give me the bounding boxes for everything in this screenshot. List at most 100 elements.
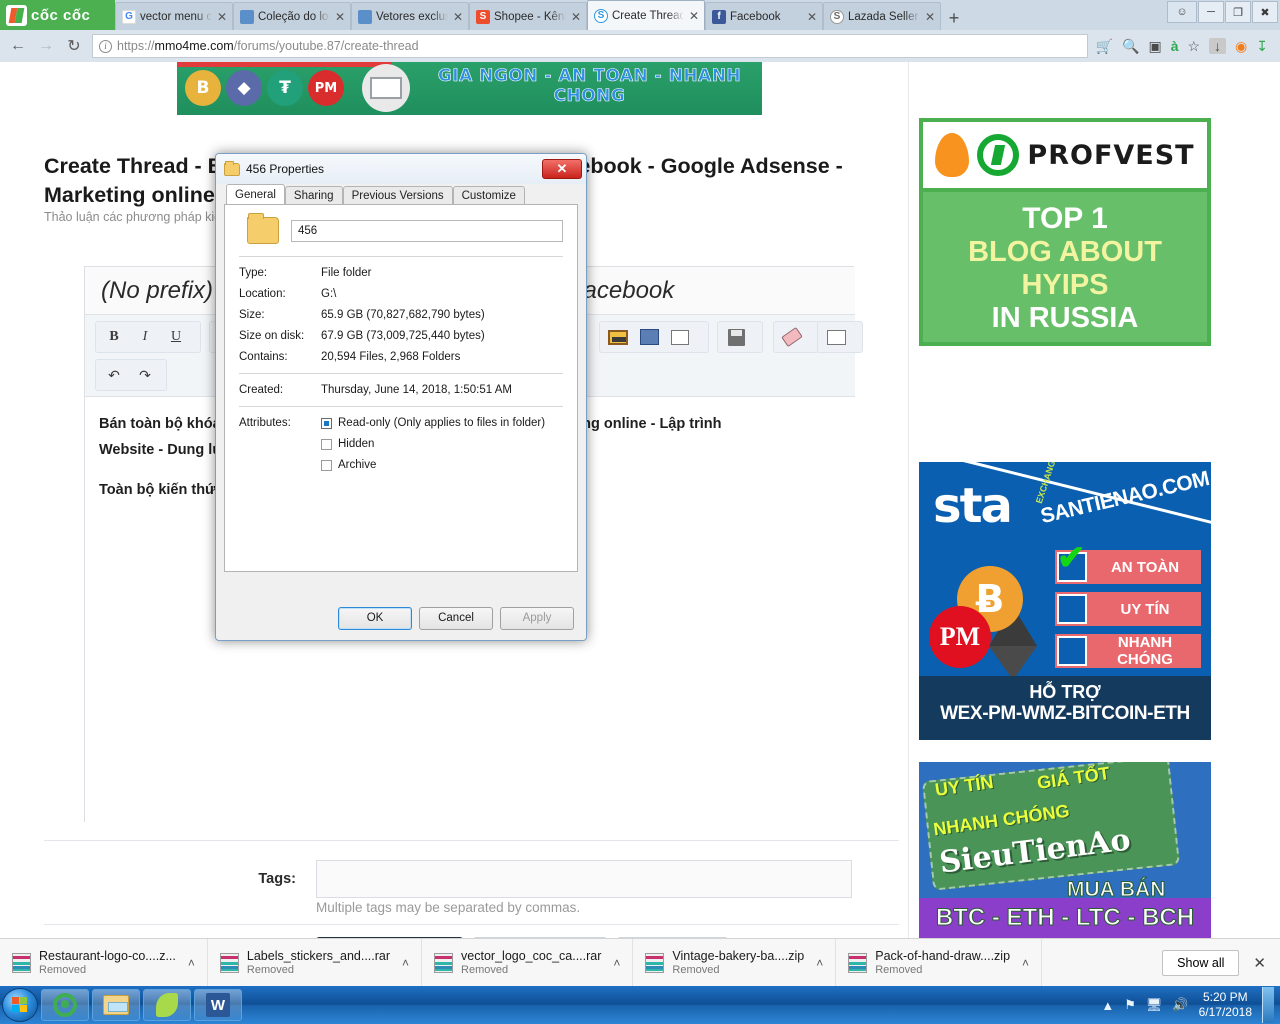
undo-button[interactable]: ↶ (99, 361, 129, 389)
checkbox-partial-icon[interactable] (321, 417, 332, 429)
taskbar-item-explorer[interactable] (92, 989, 140, 1021)
tab-label: Facebook (730, 10, 781, 23)
system-tray: ▲ ⚑ 🖥 🔊 5:20 PM 6/17/2018 (1101, 987, 1280, 1023)
browser-tab-6[interactable]: S Lazada Seller Ce ✕ (823, 2, 941, 30)
show-hidden-icons-button[interactable]: ▲ (1101, 998, 1114, 1013)
browser-tab-5[interactable]: f Facebook ✕ (705, 2, 823, 30)
download-item-0[interactable]: Restaurant-logo-co....z... Removed ˄ (0, 938, 208, 987)
italic-button[interactable]: I (130, 323, 160, 351)
text-format-group: B I U (95, 321, 201, 353)
close-window-button[interactable]: ✖ (1252, 1, 1278, 23)
tab-close-icon[interactable]: ✕ (806, 10, 818, 24)
download-status: Removed (246, 963, 294, 976)
display-icon[interactable]: 🖥 (1146, 997, 1163, 1013)
show-all-downloads-button[interactable]: Show all (1162, 949, 1240, 976)
coccoc-brand-button[interactable]: cốc cốc (0, 0, 115, 30)
redo-button[interactable]: ↷ (130, 361, 160, 389)
accent-icon[interactable]: à (1171, 39, 1179, 53)
folder-icon-large (247, 213, 279, 244)
ad-santienao[interactable]: sta EXCHANGE SANTIENAO.COM Ƀ PM AN TOÀN … (919, 462, 1211, 740)
minimize-button[interactable]: ─ (1198, 1, 1224, 23)
dialog-title-bar[interactable]: 456 Properties ✕ (216, 154, 586, 184)
tab-close-icon[interactable]: ✕ (924, 10, 936, 24)
ad-sieutienao[interactable]: UY TÍN GIÁ TỐT NHANH CHÓNG SieuTienAo MU… (919, 762, 1211, 938)
attribute-archive[interactable]: Archive (321, 459, 563, 471)
apply-button[interactable]: Apply (500, 606, 574, 630)
insert-group (599, 321, 709, 353)
download-item-4[interactable]: Pack-of-hand-draw....zip Removed ˄ (836, 938, 1043, 987)
checkbox-icon[interactable] (321, 438, 332, 450)
download-manager-icon[interactable]: ↧ (1256, 39, 1268, 53)
forward-button[interactable]: → (36, 37, 56, 55)
folder-name-input[interactable]: 456 (291, 219, 563, 242)
close-download-bar-icon[interactable]: ✕ (1253, 954, 1266, 972)
underline-button[interactable]: U (161, 323, 191, 351)
browser-tab-3[interactable]: S Shopee - Kênh t ✕ (469, 2, 587, 30)
tab-sharing[interactable]: Sharing (284, 186, 343, 205)
start-button[interactable] (2, 988, 38, 1022)
download-item-1[interactable]: Labels_stickers_and....rar Removed ˄ (208, 938, 423, 987)
top-banner-ad[interactable]: B ◆ ₮ PM GIA NGON - AN TOAN - NHANH CHON… (177, 62, 762, 115)
erase-button[interactable] (777, 323, 807, 351)
tab-previous-versions[interactable]: Previous Versions (342, 186, 453, 205)
tags-input[interactable] (316, 860, 852, 898)
tab-close-icon[interactable]: ✕ (688, 9, 700, 23)
browser-tab-1[interactable]: Coleção do logo ✕ (233, 2, 351, 30)
chevron-up-icon[interactable]: ˄ (184, 956, 195, 970)
taskbar-item-leaf[interactable] (143, 989, 191, 1021)
restore-button[interactable]: ❐ (1225, 1, 1251, 23)
browser-tab-2[interactable]: Vetores exclusiv ✕ (351, 2, 469, 30)
checkbox-icon[interactable] (321, 459, 332, 471)
download-status: Removed (39, 963, 87, 976)
download-item-2[interactable]: vector_logo_coc_ca....rar Removed ˄ (422, 938, 634, 987)
cart-icon[interactable]: 🛒 (1096, 39, 1113, 53)
tab-close-icon[interactable]: ✕ (570, 10, 582, 24)
taskbar-item-word[interactable]: W (194, 989, 242, 1021)
attribute-readonly[interactable]: Read-only (Only applies to files in fold… (321, 417, 563, 429)
attributes-label: Attributes: (239, 417, 291, 429)
download-arrow-icon[interactable]: ↓ (1209, 38, 1227, 54)
download-status: Removed (461, 963, 509, 976)
taskbar-item-coccoc[interactable] (41, 989, 89, 1021)
tab-close-icon[interactable]: ✕ (452, 10, 464, 24)
ok-button[interactable]: OK (338, 606, 412, 630)
insert-media-button[interactable] (634, 323, 664, 351)
address-bar[interactable]: i https://mmo4me.com/forums/youtube.87/c… (92, 34, 1088, 58)
coccoc-shield-icon[interactable]: ◉ (1235, 39, 1247, 53)
volume-icon[interactable]: 🔊 (1172, 997, 1188, 1013)
tab-close-icon[interactable]: ✕ (216, 10, 228, 24)
browser-tab-0[interactable]: G vector menu cof ✕ (115, 2, 233, 30)
user-profile-icon[interactable]: ☺ (1167, 1, 1197, 23)
folder-properties-dialog[interactable]: 456 Properties ✕ General Sharing Previou… (215, 153, 587, 641)
reload-button[interactable]: ↻ (64, 36, 84, 56)
download-item-3[interactable]: Vintage-bakery-ba....zip Removed ˄ (633, 938, 837, 987)
show-desktop-button[interactable] (1262, 987, 1274, 1023)
chevron-up-icon[interactable]: ˄ (398, 956, 409, 970)
ad-profvest[interactable]: PROFVEST TOP 1 BLOG ABOUT HYIPS IN RUSSI… (919, 118, 1211, 346)
back-button[interactable]: ← (8, 37, 28, 55)
attribute-hidden[interactable]: Hidden (321, 438, 563, 450)
insert-image-button[interactable] (603, 323, 633, 351)
browser-tab-4[interactable]: S Create Thread | ✕ (587, 0, 705, 30)
tab-close-icon[interactable]: ✕ (334, 10, 346, 24)
cancel-button[interactable]: Cancel (419, 606, 493, 630)
property-value: File folder (321, 267, 372, 279)
bold-button[interactable]: B (99, 323, 129, 351)
new-tab-button[interactable]: + (941, 6, 967, 30)
clock[interactable]: 5:20 PM 6/17/2018 (1199, 990, 1252, 1020)
chevron-up-icon[interactable]: ˄ (812, 956, 823, 970)
network-error-icon[interactable]: ⚑ (1124, 997, 1136, 1013)
zoom-icon[interactable]: 🔍 (1122, 39, 1139, 53)
tab-strip: cốc cốc G vector menu cof ✕ Coleção do l… (0, 0, 1280, 30)
insert-list-button[interactable] (665, 323, 695, 351)
bookmark-star-icon[interactable]: ☆ (1187, 39, 1200, 53)
chevron-up-icon[interactable]: ˄ (1018, 956, 1029, 970)
site-info-icon[interactable]: i (99, 39, 112, 53)
save-draft-button[interactable] (721, 323, 751, 351)
tab-customize[interactable]: Customize (452, 186, 525, 205)
tab-general[interactable]: General (226, 184, 285, 205)
dialog-close-button[interactable]: ✕ (542, 159, 582, 179)
translate-icon[interactable]: ▣ (1148, 39, 1161, 53)
chevron-up-icon[interactable]: ˄ (609, 956, 620, 970)
toggle-bbcode-button[interactable] (821, 323, 851, 351)
